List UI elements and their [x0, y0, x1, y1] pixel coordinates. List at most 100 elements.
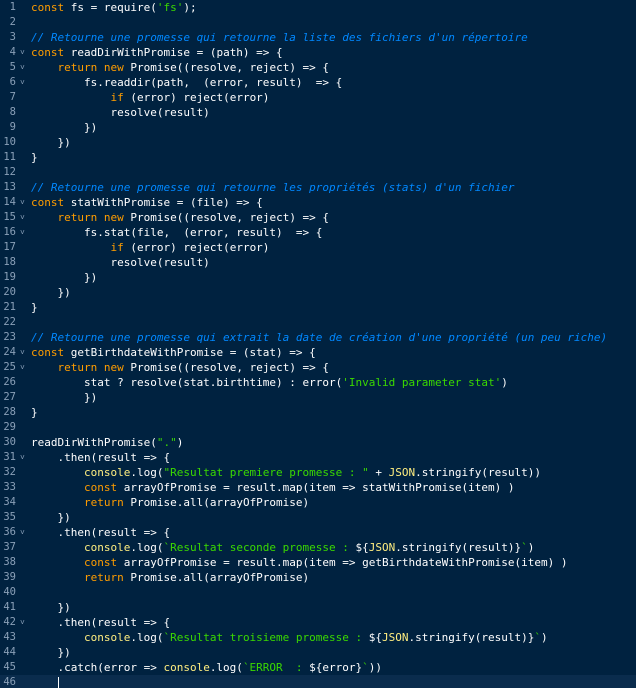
code-line[interactable]: 5 ˅ return new Promise((resolve, reject) …: [0, 60, 636, 75]
code-line[interactable]: 1 const fs = require('fs');: [0, 0, 636, 15]
fold-chevron-icon[interactable]: ˅: [20, 615, 30, 630]
code-line[interactable]: 36 ˅ .then(result => {: [0, 525, 636, 540]
line-number: 15: [3, 211, 16, 223]
fold-chevron-icon[interactable]: ˅: [20, 195, 30, 210]
code-line[interactable]: 46: [0, 675, 636, 688]
code-line[interactable]: 4 ˅ const readDirWithPromise = (path) => {: [0, 45, 636, 60]
code-line[interactable]: 27 }): [0, 390, 636, 405]
code-token: fs.readdir(path, (error, result) => {: [31, 76, 343, 89]
code-line[interactable]: 45 .catch(error => console.log(`ERROR : …: [0, 660, 636, 675]
code-token: JSON: [368, 541, 396, 554]
code-line[interactable]: 10 }): [0, 135, 636, 150]
code-line[interactable]: 35 }): [0, 510, 636, 525]
fold-gutter: [20, 420, 30, 435]
code-token: );: [183, 1, 197, 14]
code-line[interactable]: 8 resolve(result): [0, 105, 636, 120]
code-line[interactable]: 30 readDirWithPromise("."): [0, 435, 636, 450]
fold-chevron-icon[interactable]: ˅: [20, 345, 30, 360]
code-line[interactable]: 11}: [0, 150, 636, 165]
code-token: return: [57, 361, 98, 374]
code-line[interactable]: 38 const arrayOfPromise = result.map(ite…: [0, 555, 636, 570]
code-token: Promise((resolve, reject) => {: [123, 361, 330, 374]
code-line[interactable]: 31 ˅ .then(result => {: [0, 450, 636, 465]
code-token: arrayOfPromise = result.map(item => stat…: [117, 481, 515, 494]
code-token: // Retourne une promesse qui retourne la…: [31, 31, 528, 44]
code-line[interactable]: 26 stat ? resolve(stat.birthtime) : erro…: [0, 375, 636, 390]
code-line[interactable]: 42 ˅ .then(result => {: [0, 615, 636, 630]
fold-chevron-icon[interactable]: ˅: [20, 225, 30, 240]
fold-chevron-icon[interactable]: ˅: [20, 450, 30, 465]
line-number: 8: [9, 106, 16, 118]
code-token: console: [83, 541, 131, 554]
code-line[interactable]: 16 ˅ fs.stat(file, (error, result) => {: [0, 225, 636, 240]
code-line[interactable]: 2: [0, 15, 636, 30]
code-line[interactable]: 29: [0, 420, 636, 435]
code-line[interactable]: 6 ˅ fs.readdir(path, (error, result) => {: [0, 75, 636, 90]
code-text: .then(result => {: [30, 525, 636, 540]
code-line[interactable]: 18 resolve(result): [0, 255, 636, 270]
code-token: ".": [156, 436, 177, 449]
code-line[interactable]: 20 }): [0, 285, 636, 300]
code-line[interactable]: 39 return Promise.all(arrayOfPromise): [0, 570, 636, 585]
code-line[interactable]: 24 ˅ const getBirthdateWithPromise = (stat…: [0, 345, 636, 360]
line-number: 21: [3, 301, 16, 313]
code-line[interactable]: 37 console.log(`Resultat seconde promess…: [0, 540, 636, 555]
code-line[interactable]: 14 ˅ const statWithPromise = (file) => {: [0, 195, 636, 210]
line-number: 33: [3, 481, 16, 493]
line-number: 13: [3, 181, 16, 193]
code-token: ${: [355, 541, 369, 554]
code-token: (error) reject(error): [123, 241, 270, 254]
fold-gutter: [20, 630, 30, 645]
code-line[interactable]: 28}: [0, 405, 636, 420]
code-line[interactable]: 32 console.log("Resultat premiere promes…: [0, 465, 636, 480]
code-token: const: [83, 556, 118, 569]
code-text: return new Promise((resolve, reject) => …: [30, 360, 636, 375]
code-token: new: [103, 361, 124, 374]
code-line[interactable]: 40: [0, 585, 636, 600]
fold-chevron-icon[interactable]: ˅: [20, 210, 30, 225]
fold-chevron-icon[interactable]: ˅: [20, 525, 30, 540]
code-line[interactable]: 22: [0, 315, 636, 330]
code-line[interactable]: 19 }): [0, 270, 636, 285]
code-token: statWithPromise = (file) => {: [64, 196, 263, 209]
fold-chevron-icon[interactable]: ˅: [20, 60, 30, 75]
code-token: return: [83, 571, 124, 584]
line-number: 42: [3, 616, 16, 628]
code-line[interactable]: 25 ˅ return new Promise((resolve, reject)…: [0, 360, 636, 375]
code-line[interactable]: 43 console.log(`Resultat troisieme prome…: [0, 630, 636, 645]
code-token: .stringify(result)): [415, 466, 541, 479]
code-line[interactable]: 41 }): [0, 600, 636, 615]
code-line[interactable]: 9 }): [0, 120, 636, 135]
code-line[interactable]: 17 if (error) reject(error): [0, 240, 636, 255]
code-line[interactable]: 3 // Retourne une promesse qui retourne l…: [0, 30, 636, 45]
code-token: console: [83, 466, 131, 479]
line-number: 35: [3, 511, 16, 523]
code-line[interactable]: 34 return Promise.all(arrayOfPromise): [0, 495, 636, 510]
fold-chevron-icon[interactable]: ˅: [20, 75, 30, 90]
code-text: .catch(error => console.log(`ERROR : ${e…: [30, 660, 636, 675]
line-number: 10: [3, 136, 16, 148]
fold-chevron-icon[interactable]: ˅: [20, 360, 30, 375]
code-text: }: [30, 405, 636, 420]
code-line[interactable]: 12: [0, 165, 636, 180]
code-line[interactable]: 23 // Retourne une promesse qui extrait l…: [0, 330, 636, 345]
code-text: resolve(result): [30, 255, 636, 270]
code-line[interactable]: 44 }): [0, 645, 636, 660]
code-line[interactable]: 7 if (error) reject(error): [0, 90, 636, 105]
code-line[interactable]: 21}: [0, 300, 636, 315]
code-token: 'Invalid parameter stat': [342, 376, 502, 389]
code-token: getBirthdateWithPromise = (stat) => {: [64, 346, 316, 359]
code-token: ): [501, 376, 508, 389]
code-text: }): [30, 135, 636, 150]
code-text: return Promise.all(arrayOfPromise): [30, 495, 636, 510]
code-token: return: [57, 61, 98, 74]
line-number: 22: [3, 316, 16, 328]
fold-chevron-icon[interactable]: ˅: [20, 45, 30, 60]
code-editor[interactable]: 1 const fs = require('fs'); 2 3// Retourne …: [0, 0, 636, 688]
line-number: 6: [9, 76, 16, 88]
fold-gutter: [20, 555, 30, 570]
code-line[interactable]: 15 ˅ return new Promise((resolve, reject)…: [0, 210, 636, 225]
code-line[interactable]: 13 // Retourne une promesse qui retourne …: [0, 180, 636, 195]
code-line[interactable]: 33 const arrayOfPromise = result.map(ite…: [0, 480, 636, 495]
